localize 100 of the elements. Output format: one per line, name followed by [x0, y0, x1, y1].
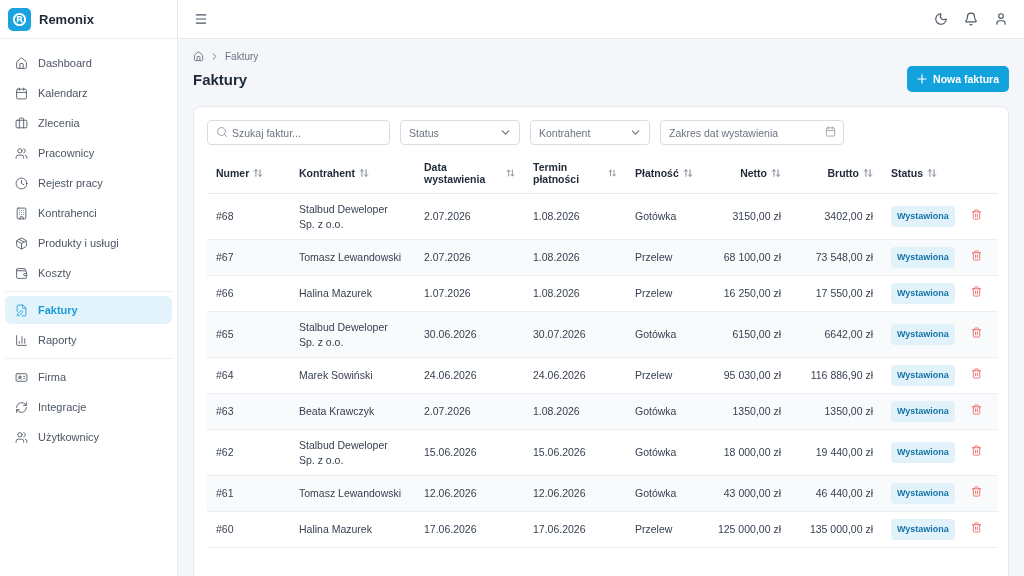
sidebar-item[interactable]: Kalendarz	[5, 79, 172, 107]
table-cell: 95 030,00 zł	[723, 369, 781, 382]
id-card-icon	[15, 370, 28, 384]
user-icon[interactable]	[994, 12, 1008, 26]
home-icon[interactable]	[193, 51, 204, 62]
briefcase-icon	[15, 116, 28, 130]
table-cell: #65	[216, 328, 234, 341]
sort-icon[interactable]	[608, 168, 617, 178]
table-cell: 1350,00 zł	[824, 405, 873, 418]
contractor-select[interactable]: Kontrahent	[530, 120, 650, 145]
sidebar-item[interactable]: Pracownicy	[5, 139, 172, 167]
column-header[interactable]: Płatność	[635, 167, 679, 179]
table-cell: Halina Mazurek	[299, 523, 372, 536]
table-cell: Halina Mazurek	[299, 287, 372, 300]
table-cell: Przelew	[635, 287, 673, 300]
column-header[interactable]: Numer	[216, 167, 250, 179]
status-select[interactable]: Status	[400, 120, 520, 145]
status-badge: Wystawiona	[891, 324, 955, 345]
date-range-field[interactable]: Zakres dat wystawienia	[660, 120, 844, 145]
menu-icon[interactable]	[194, 12, 208, 26]
status-badge: Wystawiona	[891, 206, 955, 227]
delete-icon[interactable]	[971, 250, 982, 262]
table-cell: #68	[216, 210, 234, 223]
sidebar-item[interactable]: Firma	[5, 363, 172, 391]
column-header[interactable]: Data wystawienia	[424, 161, 503, 185]
search-field[interactable]: Szukaj faktur...	[207, 120, 390, 145]
delete-icon[interactable]	[971, 368, 982, 380]
table-cell: 1.08.2026	[533, 251, 580, 264]
sidebar-item[interactable]: Integracje	[5, 393, 172, 421]
column-header[interactable]: Brutto	[827, 167, 859, 179]
table-cell: 116 886,90 zł	[810, 369, 873, 382]
table-cell: 18 000,00 zł	[723, 446, 781, 459]
status-badge: Wystawiona	[891, 401, 955, 422]
sort-icon[interactable]	[682, 168, 693, 178]
bar-chart-icon	[15, 333, 28, 347]
table-cell: 12.06.2026	[424, 487, 477, 500]
table-cell: #60	[216, 523, 234, 536]
wallet-icon	[15, 266, 28, 280]
table-cell: Przelew	[635, 523, 673, 536]
delete-icon[interactable]	[971, 445, 982, 457]
table-cell: #62	[216, 446, 234, 459]
sort-icon[interactable]	[863, 168, 873, 178]
sort-icon[interactable]	[771, 168, 781, 178]
table-cell: #66	[216, 287, 234, 300]
column-header[interactable]: Status	[891, 167, 924, 179]
search-icon	[216, 126, 228, 138]
status-badge: Wystawiona	[891, 442, 955, 463]
sidebar-item[interactable]: Dashboard	[5, 49, 172, 77]
sidebar-item[interactable]: Kontrahenci	[5, 199, 172, 227]
delete-icon[interactable]	[971, 522, 982, 534]
delete-icon[interactable]	[971, 486, 982, 498]
table-cell: 6642,00 zł	[824, 328, 873, 341]
users-icon	[15, 146, 28, 160]
building-icon	[15, 206, 28, 220]
delete-icon[interactable]	[971, 404, 982, 416]
table-cell: Stalbud Deweloper Sp. z o.o.	[299, 321, 388, 348]
sidebar-item[interactable]: Rejestr pracy	[5, 169, 172, 197]
table-cell: 12.06.2026	[533, 487, 586, 500]
moon-icon[interactable]	[934, 12, 948, 26]
status-badge: Wystawiona	[891, 519, 955, 540]
sort-icon[interactable]	[506, 168, 515, 178]
column-header[interactable]: Netto	[740, 167, 767, 179]
delete-icon[interactable]	[971, 286, 982, 298]
table-cell: Stalbud Deweloper Sp. z o.o.	[299, 439, 388, 466]
sort-icon[interactable]	[253, 168, 264, 178]
table-cell: 17 550,00 zł	[815, 287, 873, 300]
table-cell: 15.06.2026	[424, 446, 477, 459]
calendar-icon	[825, 126, 836, 137]
table-cell: 1.07.2026	[424, 287, 471, 300]
table-cell: 3150,00 zł	[732, 210, 781, 223]
table-cell: Gotówka	[635, 487, 677, 500]
sidebar-item[interactable]: Użytkownicy	[5, 423, 172, 451]
breadcrumb-item[interactable]: Faktury	[225, 51, 259, 62]
sidebar-item[interactable]: Zlecenia	[5, 109, 172, 137]
status-badge: Wystawiona	[891, 365, 955, 386]
table-cell: Przelew	[635, 369, 673, 382]
notifications-icon[interactable]	[964, 12, 978, 26]
table-cell: 2.07.2026	[424, 210, 471, 223]
table-cell: 24.06.2026	[424, 369, 477, 382]
sidebar-item[interactable]: Raporty	[5, 326, 172, 354]
column-header[interactable]: Termin płatności	[533, 161, 605, 185]
users-icon	[15, 430, 28, 444]
table-cell: 1.08.2026	[533, 287, 580, 300]
sidebar-item[interactable]: Koszty	[5, 259, 172, 287]
sort-icon[interactable]	[927, 168, 938, 178]
table-cell: 46 440,00 zł	[815, 487, 873, 500]
sidebar-item[interactable]: Produkty i usługi	[5, 229, 172, 257]
sort-icon[interactable]	[359, 168, 369, 178]
column-header[interactable]: Kontrahent	[299, 167, 355, 179]
table-cell: 43 000,00 zł	[723, 487, 781, 500]
delete-icon[interactable]	[971, 327, 982, 339]
table-cell: Gotówka	[635, 328, 677, 341]
table-cell: Tomasz Lewandowski	[299, 251, 402, 264]
table-cell: Gotówka	[635, 210, 677, 223]
status-badge: Wystawiona	[891, 283, 955, 304]
delete-icon[interactable]	[971, 209, 982, 221]
clock-icon	[15, 176, 28, 190]
brand-name: Remonix	[39, 11, 94, 27]
page-title: Faktury	[193, 70, 248, 88]
table-cell: 73 548,00 zł	[815, 251, 873, 264]
